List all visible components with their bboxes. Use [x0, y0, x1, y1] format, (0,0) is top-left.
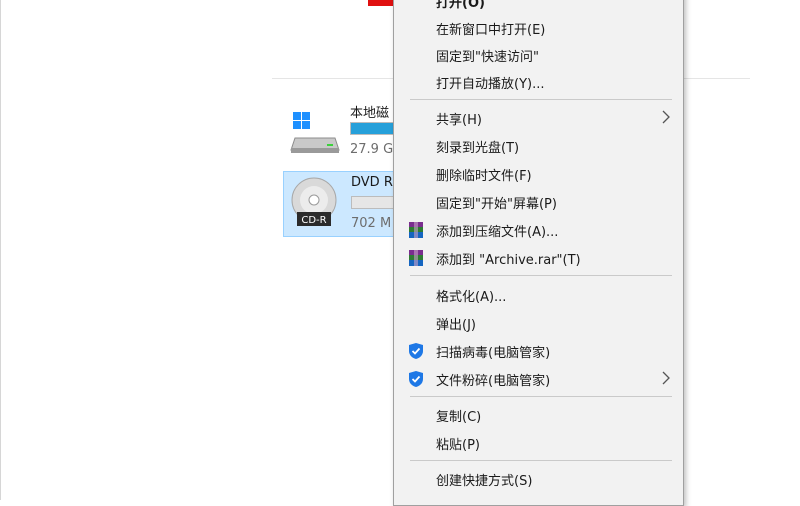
drive-space-info: 702 M [351, 216, 392, 231]
menu-item-eject[interactable]: 弹出(J) [394, 310, 683, 336]
menu-item-pin-quick-access[interactable]: 固定到"快速访问" [394, 42, 683, 68]
drive-name: 本地磁 [350, 106, 390, 121]
menu-item-open-new-window[interactable]: 在新窗口中打开(E) [394, 15, 683, 41]
menu-item-open[interactable]: 打开(O) [394, 0, 683, 14]
winrar-icon [409, 250, 423, 266]
menu-item-autoplay[interactable]: 打开自动播放(Y)... [394, 69, 683, 95]
menu-separator [410, 460, 672, 461]
menu-separator [410, 275, 672, 276]
menu-separator [410, 396, 672, 397]
drive-name: DVD R [351, 175, 393, 190]
submenu-chevron-icon [662, 110, 670, 124]
menu-separator [410, 99, 672, 100]
window-left-border [0, 0, 1, 500]
cd-r-disc-icon: CD-R [291, 177, 337, 226]
menu-item-file-shred[interactable]: 文件粉碎(电脑管家) [394, 366, 683, 392]
menu-item-share[interactable]: 共享(H) [394, 105, 683, 131]
drive-space-info: 27.9 G [350, 142, 394, 157]
menu-item-delete-temp-files[interactable]: 删除临时文件(F) [394, 161, 683, 187]
context-menu: 打开(O) 在新窗口中打开(E) 固定到"快速访问" 打开自动播放(Y)... … [393, 0, 684, 506]
menu-item-add-to-archive[interactable]: 添加到压缩文件(A)... [394, 217, 683, 243]
menu-item-pin-start[interactable]: 固定到"开始"屏幕(P) [394, 189, 683, 215]
menu-item-scan-virus[interactable]: 扫描病毒(电脑管家) [394, 338, 683, 364]
submenu-chevron-icon [662, 371, 670, 385]
menu-item-create-shortcut[interactable]: 创建快捷方式(S) [394, 466, 683, 492]
menu-item-copy[interactable]: 复制(C) [394, 402, 683, 428]
menu-item-paste[interactable]: 粘贴(P) [394, 430, 683, 456]
menu-item-format[interactable]: 格式化(A)... [394, 282, 683, 308]
menu-item-add-to-rar[interactable]: 添加到 "Archive.rar"(T) [394, 245, 683, 271]
menu-item-burn-disc[interactable]: 刻录到光盘(T) [394, 133, 683, 159]
winrar-icon [409, 222, 423, 238]
windows-drive-icon [290, 112, 340, 153]
cd-r-badge: CD-R [301, 215, 326, 226]
shield-icon [409, 343, 423, 359]
shield-icon [409, 371, 423, 387]
